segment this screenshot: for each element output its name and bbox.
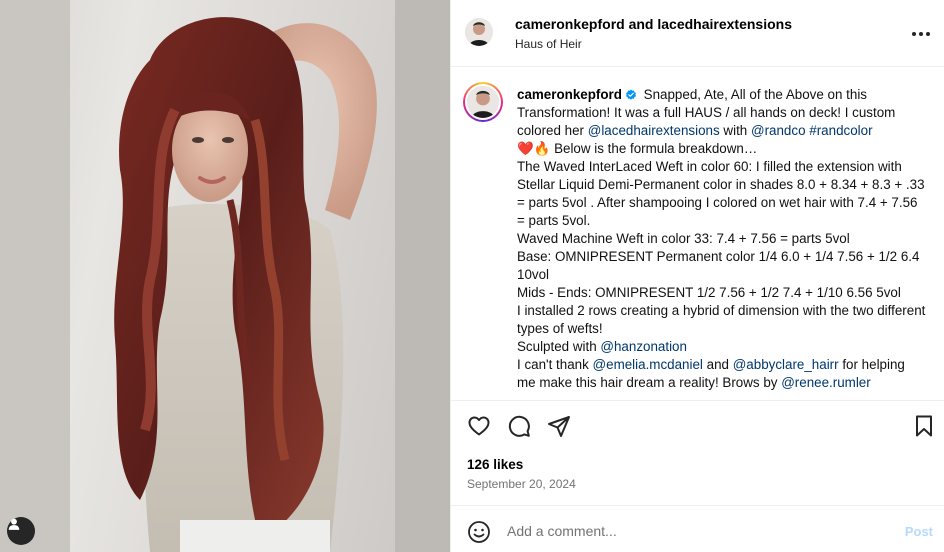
caption-base: Base: OMNIPRESENT Permanent color 1/4 6.… — [517, 249, 920, 282]
emoji-icon — [468, 521, 490, 543]
like-count[interactable]: 126 likes — [467, 457, 523, 472]
hair-photo-illustration — [0, 0, 450, 552]
bookmark-icon — [916, 415, 932, 437]
post-date[interactable]: September 20, 2024 — [467, 477, 576, 491]
author-2-link[interactable]: lacedhairextensions — [657, 16, 792, 32]
caption-para-intro: cameronkepford Snapped, Ate, All of the … — [517, 86, 927, 140]
post-header: cameronkepford and lacedhairextensions H… — [451, 0, 944, 67]
post-caption: cameronkepford Snapped, Ate, All of the … — [451, 68, 944, 400]
heart-icon — [468, 416, 490, 436]
post-comment-button[interactable]: Post — [905, 524, 933, 539]
hashtag-randcolor[interactable]: #randcolor — [809, 123, 872, 138]
caption-username[interactable]: cameronkepford — [517, 87, 622, 102]
caption-thanks-a: I can't thank — [517, 357, 589, 372]
caption-emoji-line: ❤️🔥 Below is the formula breakdown… — [517, 141, 758, 156]
mention-renee-rumler[interactable]: @renee.rumler — [781, 375, 871, 390]
mention-abbyclare-hairr[interactable]: @abbyclare_hairr — [733, 357, 839, 372]
emoji-picker-button[interactable] — [467, 520, 491, 544]
caption-with: with — [723, 123, 748, 138]
caption-mids: Mids - Ends: OMNIPRESENT 1/2 7.56 + 1/2 … — [517, 285, 901, 300]
caption-text: cameronkepford Snapped, Ate, All of the … — [517, 86, 927, 392]
comment-icon — [508, 415, 530, 437]
post-photo[interactable] — [0, 0, 450, 552]
share-button[interactable] — [547, 414, 571, 438]
comment-button[interactable] — [507, 414, 531, 438]
authors-joiner: and — [624, 16, 658, 32]
post-location[interactable]: Haus of Heir — [515, 37, 582, 51]
caption-avatar-image — [467, 86, 499, 118]
more-options-button[interactable] — [911, 24, 931, 44]
caption-avatar-story-ring[interactable] — [463, 82, 503, 122]
user-tag-button[interactable] — [7, 517, 35, 545]
post-detail-panel: cameronkepford and lacedhairextensions H… — [450, 0, 944, 552]
like-button[interactable] — [467, 414, 491, 438]
comment-bar: Post — [451, 505, 944, 552]
verified-badge-icon — [625, 89, 636, 100]
mention-hanzonation[interactable]: @hanzonation — [600, 339, 687, 354]
avatar-image — [465, 18, 493, 46]
mention-lacedhairextensions[interactable]: @lacedhairextensions — [588, 123, 720, 138]
caption-weft60: The Waved InterLaced Weft in color 60: I… — [517, 159, 925, 228]
caption-thanks-para: I can't thank @emelia.mcdaniel and @abby… — [517, 356, 927, 392]
mention-emelia-mcdaniel[interactable]: @emelia.mcdaniel — [593, 357, 703, 372]
collab-authors: cameronkepford and lacedhairextensions — [515, 16, 792, 32]
caption-and: and — [706, 357, 729, 372]
caption-rows: I installed 2 rows creating a hybrid of … — [517, 303, 926, 336]
share-icon — [548, 416, 570, 437]
caption-weft33: Waved Machine Weft in color 33: 7.4 + 7.… — [517, 231, 850, 246]
author-1-link[interactable]: cameronkepford — [515, 16, 625, 32]
caption-sculpted: Sculpted with — [517, 339, 597, 354]
caption-avatar — [465, 84, 501, 120]
author-avatar[interactable] — [465, 18, 493, 46]
caption-sculpted-para: Sculpted with @hanzonation — [517, 338, 927, 356]
more-horizontal-icon — [912, 32, 930, 36]
mention-randco[interactable]: @randco — [751, 123, 806, 138]
user-tag-icon — [8, 518, 20, 530]
comment-input[interactable] — [507, 518, 887, 544]
save-button[interactable] — [912, 414, 936, 438]
